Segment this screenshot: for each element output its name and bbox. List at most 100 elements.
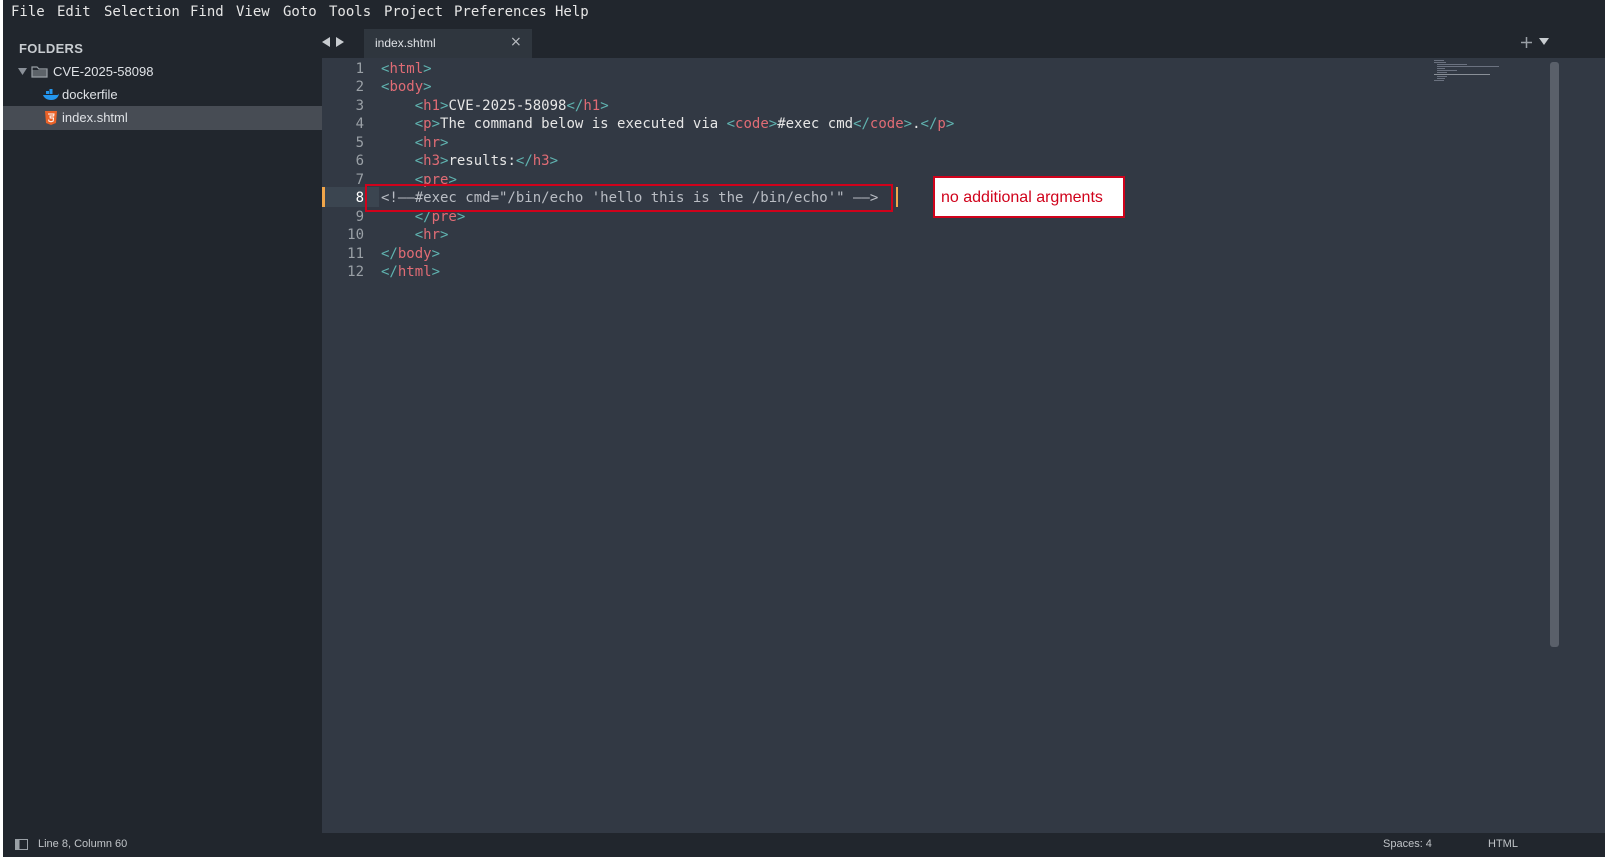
tag-name: html bbox=[389, 61, 424, 77]
sidebar-item-dockerfile[interactable]: dockerfile bbox=[3, 83, 322, 107]
tag-punctuation: </ bbox=[566, 98, 584, 114]
line-number: 6 bbox=[355, 153, 364, 169]
menu-preferences[interactable]: Preferences bbox=[454, 4, 547, 20]
tag-name: h1 bbox=[583, 98, 601, 114]
vertical-scrollbar[interactable] bbox=[1550, 62, 1559, 647]
line-number: 3 bbox=[355, 98, 364, 114]
line-number: 11 bbox=[347, 246, 364, 262]
tag-punctuation: < bbox=[414, 153, 424, 169]
tag-name: h3 bbox=[423, 153, 441, 169]
menu-help[interactable]: Help bbox=[555, 4, 589, 20]
sidebar-folder[interactable]: CVE-2025-58098 bbox=[3, 60, 322, 84]
tag-punctuation: < bbox=[726, 116, 736, 132]
code-text: CVE-2025-58098 bbox=[448, 98, 567, 114]
tag-name: code bbox=[869, 116, 904, 132]
close-icon[interactable]: × bbox=[510, 34, 522, 50]
tag-name: code bbox=[735, 116, 769, 132]
folder-label: CVE-2025-58098 bbox=[53, 64, 154, 79]
tag-punctuation: > bbox=[440, 135, 449, 151]
code-text: results: bbox=[448, 153, 516, 169]
editor-window: File Edit Selection Find View Goto Tools… bbox=[3, 0, 1605, 857]
code-line[interactable]: </body> bbox=[381, 245, 440, 263]
line-gutter: 1 2 3 4 5 6 7 8 9 10 11 12 bbox=[322, 58, 379, 833]
cursor-position: Line 8, Column 60 bbox=[38, 838, 128, 850]
indentation-setting[interactable]: Spaces: 4 bbox=[1383, 838, 1432, 850]
line-number: 12 bbox=[347, 264, 364, 280]
tag-name: p bbox=[423, 116, 432, 132]
tag-punctuation: > bbox=[768, 116, 778, 132]
tag-punctuation: </ bbox=[920, 116, 938, 132]
menu-project[interactable]: Project bbox=[384, 4, 443, 20]
menu-view[interactable]: View bbox=[236, 4, 270, 20]
nav-forward-icon[interactable] bbox=[336, 37, 344, 47]
menu-goto[interactable]: Goto bbox=[283, 4, 317, 20]
menu-selection[interactable]: Selection bbox=[104, 4, 180, 20]
new-tab-icon[interactable] bbox=[1521, 37, 1532, 48]
tag-punctuation: </ bbox=[381, 264, 398, 280]
line-number-active: 8 bbox=[355, 190, 364, 206]
sidebar-toggle-icon[interactable] bbox=[15, 839, 28, 850]
line-number: 10 bbox=[347, 227, 364, 243]
code-line[interactable]: <h3>results:</h3> bbox=[381, 152, 558, 170]
line-number: 1 bbox=[355, 61, 364, 77]
tag-punctuation: > bbox=[440, 227, 449, 243]
menu-tools[interactable]: Tools bbox=[329, 4, 371, 20]
line-number: 7 bbox=[355, 172, 364, 188]
tag-punctuation: > bbox=[600, 98, 609, 114]
syntax-mode[interactable]: HTML bbox=[1488, 838, 1518, 850]
tag-name: body bbox=[397, 246, 432, 262]
code-line[interactable]: <hr> bbox=[381, 134, 449, 152]
code-editor[interactable]: 1 2 3 4 5 6 7 8 9 10 11 12 <html> <body> … bbox=[322, 58, 1605, 833]
tag-punctuation: > bbox=[431, 264, 441, 280]
folders-heading: FOLDERS bbox=[19, 41, 84, 56]
line-number: 9 bbox=[355, 209, 364, 225]
sidebar-item-index-shtml[interactable]: index.shtml bbox=[3, 106, 322, 130]
tag-punctuation: > bbox=[423, 61, 432, 77]
code-text: . bbox=[912, 116, 921, 132]
tag-punctuation: < bbox=[414, 98, 424, 114]
disclosure-triangle-icon[interactable] bbox=[18, 68, 27, 76]
annotation-callout: no additional argments bbox=[933, 176, 1125, 218]
tab-strip: index.shtml × bbox=[322, 25, 1605, 58]
annotation-text: no additional argments bbox=[941, 189, 1103, 206]
html5-icon bbox=[45, 111, 57, 125]
sidebar: FOLDERS CVE-2025-58098 dockerfile index.… bbox=[3, 25, 322, 833]
tag-name: h1 bbox=[423, 98, 441, 114]
tag-name: body bbox=[389, 79, 424, 95]
docker-icon bbox=[43, 89, 59, 100]
tab-index-shtml[interactable]: index.shtml × bbox=[364, 29, 532, 58]
minimap[interactable] bbox=[1432, 58, 1502, 84]
tag-punctuation: < bbox=[414, 135, 424, 151]
code-line[interactable]: </html> bbox=[381, 263, 440, 281]
menu-edit[interactable]: Edit bbox=[57, 4, 91, 20]
code-line[interactable]: <hr> bbox=[381, 226, 449, 244]
line-number: 5 bbox=[355, 135, 364, 151]
tag-punctuation: </ bbox=[381, 246, 398, 262]
tag-punctuation: < bbox=[414, 227, 424, 243]
code-line[interactable]: <html> bbox=[381, 60, 432, 78]
status-bar: Line 8, Column 60 Spaces: 4 HTML bbox=[3, 833, 1605, 857]
tag-punctuation: > bbox=[431, 116, 441, 132]
text-cursor bbox=[896, 187, 898, 207]
highlight-box bbox=[365, 184, 893, 212]
tag-punctuation: > bbox=[549, 153, 559, 169]
code-line[interactable]: <h1>CVE-2025-58098</h1> bbox=[381, 97, 609, 115]
nav-back-icon[interactable] bbox=[322, 37, 330, 47]
tag-punctuation: > bbox=[903, 116, 913, 132]
line-number: 4 bbox=[355, 116, 364, 132]
line-number: 2 bbox=[355, 79, 364, 95]
code-text: The command below is executed via bbox=[440, 116, 727, 132]
menu-file[interactable]: File bbox=[11, 4, 45, 20]
menu-find[interactable]: Find bbox=[190, 4, 224, 20]
code-line[interactable]: <p>The command below is executed via <co… bbox=[381, 115, 955, 133]
file-label-index-shtml: index.shtml bbox=[62, 110, 128, 125]
folder-icon bbox=[31, 66, 48, 78]
code-line[interactable]: <body> bbox=[381, 78, 432, 96]
tab-list-chevron-down-icon[interactable] bbox=[1539, 38, 1549, 46]
tag-punctuation: < bbox=[414, 116, 424, 132]
tag-name: html bbox=[397, 264, 432, 280]
file-label-dockerfile: dockerfile bbox=[62, 87, 118, 102]
